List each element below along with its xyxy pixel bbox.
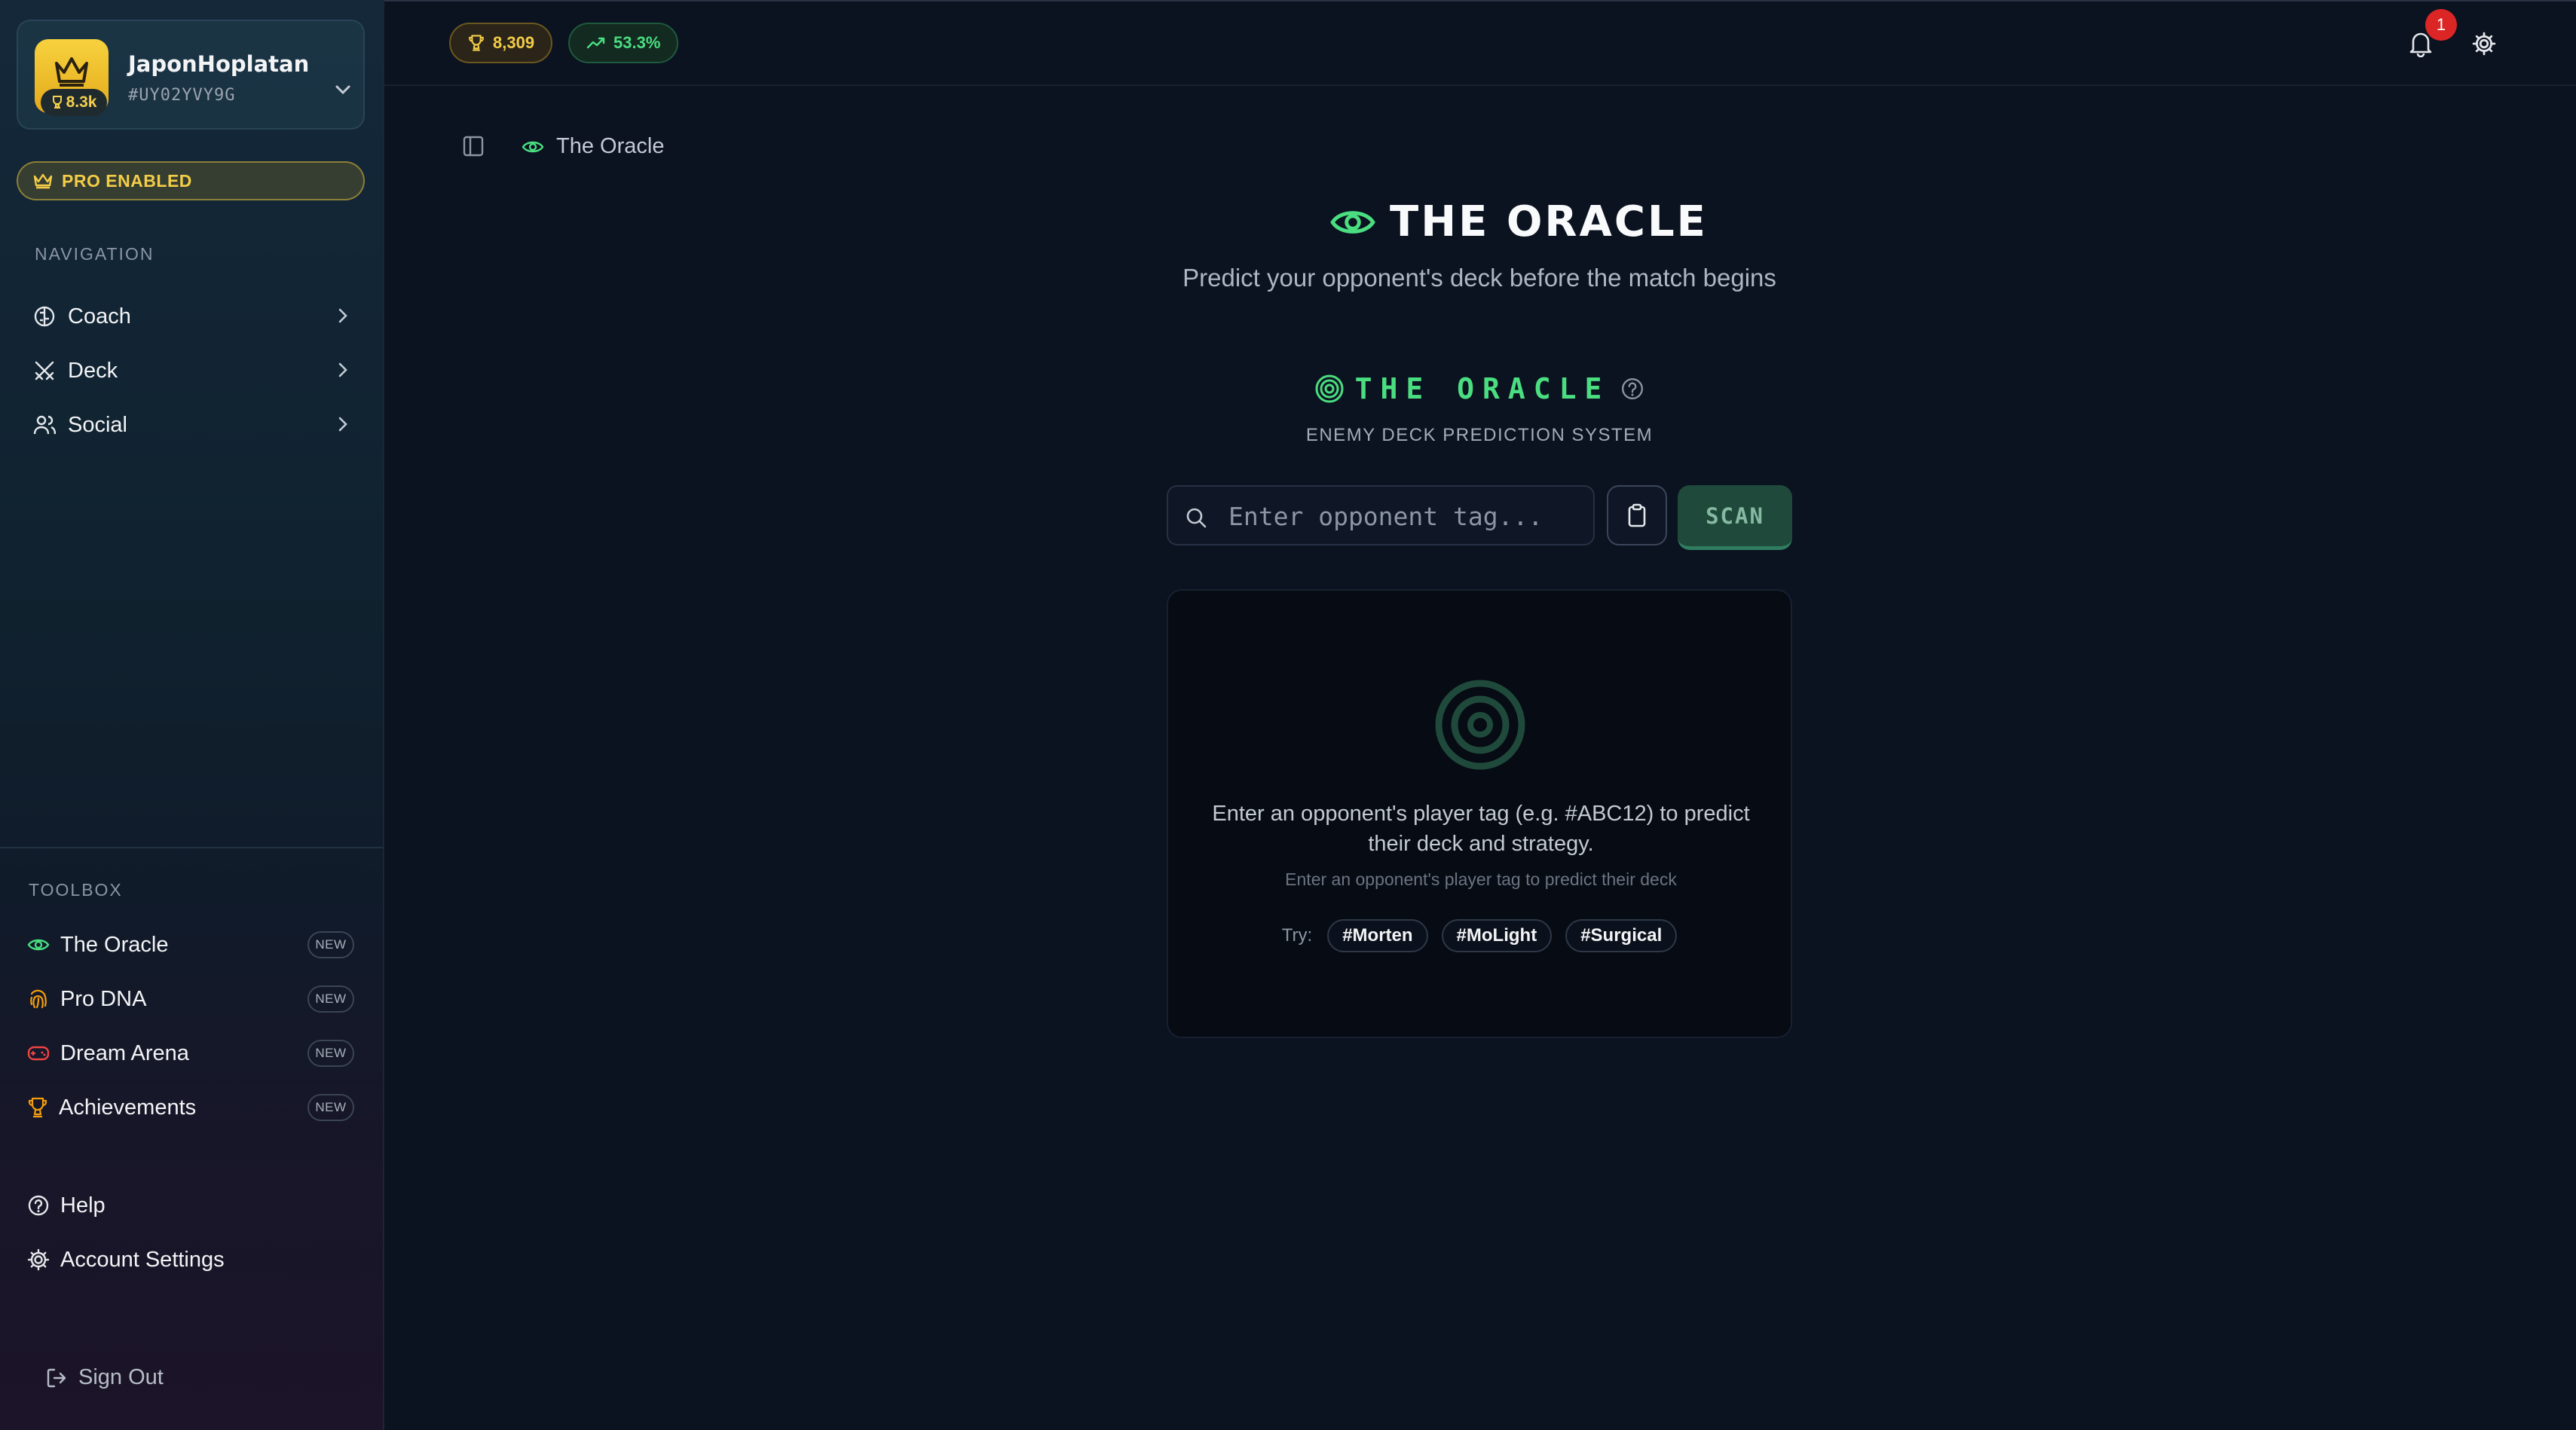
oracle-subheading: ENEMY DECK PREDICTION SYSTEM [1305,425,1654,445]
log-out-icon [47,1368,66,1387]
eye-icon [27,939,50,951]
target-icon [1315,374,1344,403]
navigation-section-label: NAVIGATION [35,244,154,264]
new-badge: NEW [307,1094,354,1121]
suggestion-chip[interactable]: #MoLight [1441,919,1553,952]
avatar: 8.3k [35,39,109,116]
sidebar-item-the-oracle[interactable]: The Oracle NEW [14,922,354,967]
sidebar-toggle-icon[interactable] [463,136,484,157]
breadcrumb: The Oracle [522,134,664,159]
sidebar-item-account-settings[interactable]: Account Settings [14,1237,354,1282]
trophy-count-badge: 8.3k [41,89,107,116]
gamepad-icon [27,1046,50,1061]
player-tag: #UY02YVY9G [128,86,236,105]
toolbox-section-label: TOOLBOX [29,880,123,900]
swords-icon [35,361,54,380]
search-icon [1186,508,1207,528]
empty-state-message: Enter an opponent's player tag (e.g. #AB… [1212,802,1750,856]
sidebar-divider [0,847,383,848]
pro-status-label: PRO ENABLED [62,170,192,191]
prediction-result-card: Enter an opponent's player tag (e.g. #AB… [1167,589,1792,1038]
target-icon [1435,680,1525,770]
sidebar-item-label: Account Settings [60,1247,225,1272]
sidebar-item-label: Deck [68,358,118,383]
suggestion-chip[interactable]: #Surgical [1565,919,1678,952]
brain-icon [34,306,55,327]
top-bar: 8,309 53.3% 1 [384,0,2576,86]
sidebar-item-label: Coach [68,304,131,328]
sign-out-button[interactable]: Sign Out [45,1365,164,1390]
sidebar-item-achievements[interactable]: Achievements NEW [14,1085,354,1130]
oracle-heading-label: THE ORACLE [1354,372,1611,405]
sidebar-item-label: Achievements [59,1095,197,1120]
pro-status-badge: PRO ENABLED [17,161,365,200]
new-badge: NEW [307,931,354,958]
crown-icon [33,173,53,189]
win-rate-stat[interactable]: 53.3% [568,23,679,63]
suggestion-chip[interactable]: #Morten [1327,919,1428,952]
gear-icon [27,1248,50,1271]
help-circle-icon[interactable] [1620,377,1644,401]
scan-button[interactable]: SCAN [1678,485,1792,550]
oracle-heading: THE ORACLE [980,372,1979,405]
fingerprint-icon [30,989,47,1009]
chevron-down-icon [335,85,350,95]
trophy-value: 8,309 [493,33,535,52]
opponent-tag-input[interactable] [1228,497,1583,535]
page-title-row: THE ORACLE [1329,197,1708,246]
breadcrumb-current: The Oracle [556,134,665,158]
sidebar: 8.3k JaponHoplatan #UY02YVY9G PRO ENABLE… [0,0,384,1430]
help-circle-icon [28,1195,49,1216]
trophy-stat[interactable]: 8,309 [449,23,553,63]
sidebar-item-label: Dream Arena [60,1040,189,1065]
profile-switcher[interactable]: 8.3k JaponHoplatan #UY02YVY9G [17,20,365,130]
sidebar-item-coach[interactable]: Coach [17,294,348,339]
chevron-right-icon [338,308,347,323]
eye-icon [1330,210,1375,234]
notification-count-badge: 1 [2425,9,2457,41]
trophy-icon [28,1097,47,1118]
chevron-right-icon [338,417,347,432]
trophy-icon [469,35,484,51]
opponent-tag-search [1167,485,1595,545]
sidebar-item-label: Help [60,1193,106,1218]
sidebar-item-social[interactable]: Social [17,402,348,448]
sidebar-item-dream-arena[interactable]: Dream Arena NEW [14,1031,354,1076]
sidebar-item-deck[interactable]: Deck [17,348,348,393]
paste-button[interactable] [1607,485,1667,545]
sidebar-item-pro-dna[interactable]: Pro DNA NEW [14,976,354,1022]
trending-up-icon [586,37,605,49]
eye-icon [522,141,544,152]
trophy-icon [52,96,62,108]
new-badge: NEW [307,1040,354,1067]
clipboard-icon [1628,503,1646,527]
suggested-tags: Try: #Morten #MoLight #Surgical [1168,919,1791,952]
new-badge: NEW [307,985,354,1013]
empty-state-hint: Enter an opponent's player tag to predic… [1285,869,1677,889]
page-subtitle: Predict your opponent's deck before the … [1182,264,1776,292]
sidebar-item-label: Pro DNA [60,986,147,1011]
gear-icon[interactable] [2472,32,2496,56]
sidebar-item-help[interactable]: Help [14,1183,354,1228]
try-label: Try: [1281,925,1313,946]
win-rate-value: 53.3% [613,33,661,52]
player-name: JaponHoplatan [128,51,310,77]
page-title: THE ORACLE [1390,197,1708,246]
users-icon [33,415,56,435]
sign-out-label: Sign Out [78,1365,164,1389]
crown-icon [55,57,88,87]
sidebar-item-label: Social [68,412,127,437]
chevron-right-icon [338,362,347,377]
trophy-short-label: 8.3k [66,93,97,111]
sidebar-item-label: The Oracle [60,932,169,957]
